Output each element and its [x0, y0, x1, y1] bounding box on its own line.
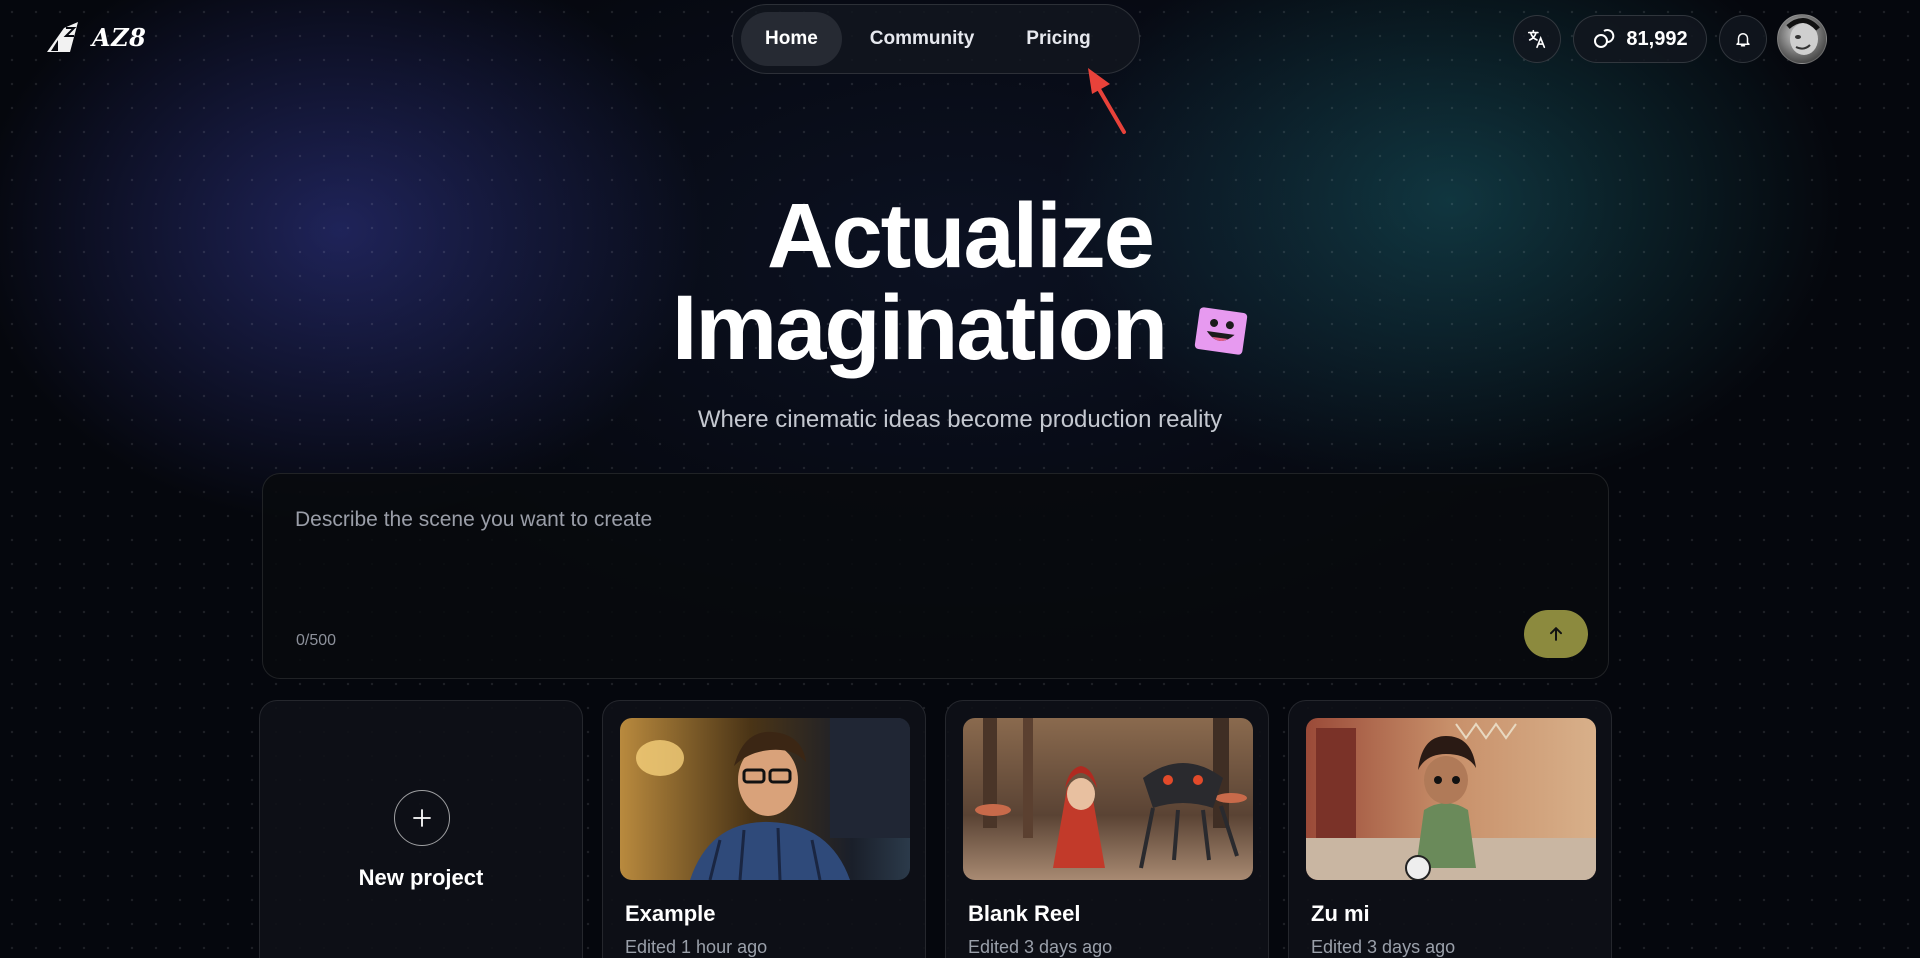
project-title: Blank Reel — [968, 901, 1081, 926]
credits-button[interactable]: 81,992 — [1573, 15, 1707, 63]
az8-logo-icon — [47, 22, 78, 52]
project-card[interactable]: Blank Reel Edited 3 days ago — [945, 700, 1269, 958]
project-title: Example — [625, 901, 716, 926]
main-nav: Home Community Pricing — [732, 4, 1140, 74]
plus-icon — [394, 790, 450, 846]
project-edited-time: Edited 1 hour ago — [625, 937, 768, 957]
scene-prompt-input[interactable] — [295, 508, 1555, 588]
avatar-image — [1786, 18, 1820, 55]
smiley-sticker-icon — [1194, 307, 1248, 355]
hero-title-line2: Imagination — [671, 277, 1168, 379]
nav-home[interactable]: Home — [741, 12, 842, 66]
user-avatar[interactable] — [1777, 14, 1827, 64]
hero-subtitle: Where cinematic ideas become production … — [697, 406, 1223, 433]
project-edited-time: Edited 3 days ago — [968, 937, 1113, 957]
arrow-up-icon — [1550, 627, 1562, 641]
page: AZ8 Home Community Pricing 81,992 Actual… — [0, 0, 1920, 958]
hero-title: Actualize Imagination — [0, 190, 1920, 374]
prompt-box: 0/500 — [262, 473, 1609, 679]
bell-icon — [1736, 33, 1750, 47]
project-thumbnail — [963, 718, 1253, 880]
brand-logo[interactable]: AZ8 — [44, 18, 146, 56]
nav-community[interactable]: Community — [846, 12, 999, 66]
new-project-label: New project — [358, 865, 484, 890]
credits-value: 81,992 — [1626, 27, 1688, 50]
credits-coin-icon — [1594, 29, 1615, 48]
translate-icon — [1527, 29, 1546, 49]
brand-name: AZ8 — [92, 22, 147, 52]
project-card[interactable]: Example Edited 1 hour ago — [602, 700, 926, 958]
project-thumbnail — [620, 718, 910, 880]
nav-pricing[interactable]: Pricing — [1002, 12, 1114, 66]
hero-title-line2-row: Imagination — [672, 282, 1248, 374]
project-edited-time: Edited 3 days ago — [1311, 937, 1456, 957]
project-thumbnail — [1306, 718, 1596, 880]
send-prompt-button[interactable] — [1524, 610, 1588, 658]
notifications-button[interactable] — [1719, 15, 1767, 63]
project-card[interactable]: Zu mi Edited 3 days ago — [1288, 700, 1612, 958]
project-title: Zu mi — [1311, 901, 1370, 926]
translate-button[interactable] — [1513, 15, 1561, 63]
char-counter: 0/500 — [296, 632, 337, 649]
annotation-arrow-icon — [1088, 68, 1126, 134]
new-project-card[interactable]: New project — [259, 700, 583, 958]
hero-title-line1: Actualize — [767, 185, 1155, 287]
